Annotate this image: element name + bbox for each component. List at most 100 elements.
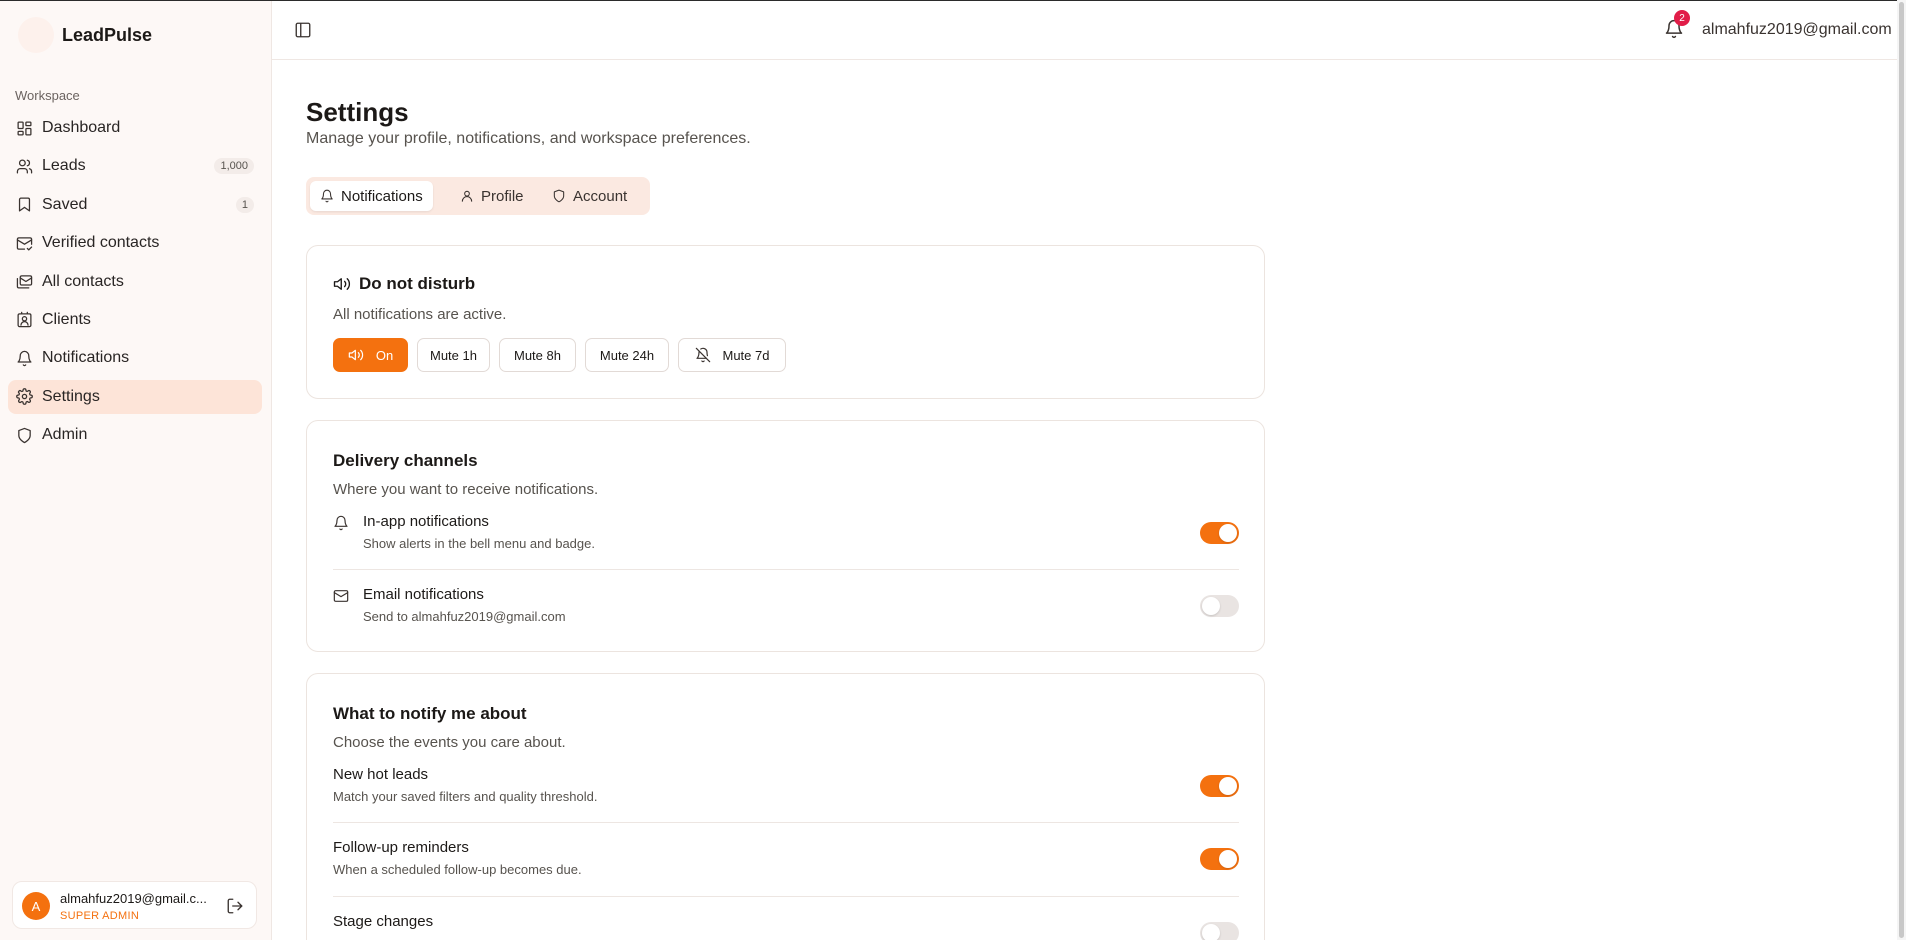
logout-button[interactable]	[226, 897, 244, 915]
page-title: Settings	[306, 97, 409, 127]
volume-icon	[348, 349, 363, 361]
sidebar-item-label: Admin	[42, 426, 88, 444]
new-hot-leads-toggle[interactable]	[1200, 775, 1239, 797]
event-description: When a scheduled follow-up becomes due.	[333, 862, 582, 877]
dnd-title: Do not disturb	[333, 274, 475, 294]
event-title: Stage changes	[333, 913, 434, 930]
sidebar-item-label: Settings	[42, 387, 100, 405]
user-role: SUPER ADMIN	[60, 910, 140, 922]
shield-icon	[18, 427, 31, 443]
sidebar-item-label: Saved	[42, 195, 88, 213]
tab-account[interactable]: Account	[542, 181, 637, 211]
mute-1h-button[interactable]: Mute 1h	[417, 338, 490, 372]
mute-7d-button[interactable]: Mute 7d	[678, 338, 786, 372]
events-title: What to notify me about	[333, 704, 527, 723]
brand[interactable]: LeadPulse	[18, 15, 152, 55]
user-email: almahfuz2019@gmail.c...	[60, 891, 207, 906]
mail-icon	[333, 588, 349, 604]
sidebar: LeadPulse Workspace Dashboard Leads 1,00…	[0, 1, 272, 940]
top-header: 2 almahfuz2019@gmail.com	[272, 1, 1906, 60]
channel-description: Send to almahfuz2019@gmail.com	[363, 609, 566, 624]
bell-icon	[333, 515, 349, 531]
in-app-notifications-toggle[interactable]	[1200, 522, 1239, 544]
channel-description: Show alerts in the bell menu and badge.	[363, 536, 595, 551]
toggle-knob	[1202, 924, 1220, 940]
event-title: New hot leads	[333, 766, 429, 783]
mails-icon	[16, 275, 33, 289]
sidebar-item-saved[interactable]: Saved 1	[8, 188, 262, 222]
count-badge: 1	[235, 196, 254, 213]
sidebar-item-leads[interactable]: Leads 1,000	[8, 149, 262, 183]
follow-up-reminders-toggle[interactable]	[1200, 848, 1239, 870]
shield-icon	[553, 189, 565, 203]
sidebar-item-admin[interactable]: Admin	[8, 418, 262, 452]
brand-name: LeadPulse	[62, 24, 153, 45]
event-title: Follow-up reminders	[333, 839, 469, 856]
dnd-status: All notifications are active.	[333, 306, 507, 323]
mute-8h-button[interactable]: Mute 8h	[499, 338, 576, 372]
notify-events-card: What to notify me about Choose the event…	[306, 673, 1265, 940]
sidebar-item-all-contacts[interactable]: All contacts	[8, 265, 262, 299]
sidebar-item-verified-contacts[interactable]: Verified contacts	[8, 226, 262, 260]
dnd-button-label: Mute 1h	[430, 347, 477, 363]
delivery-channels-card: Delivery channels Where you want to rece…	[306, 420, 1265, 652]
stage-changes-toggle[interactable]	[1200, 922, 1239, 940]
page-subtitle: Manage your profile, notifications, and …	[306, 130, 751, 147]
tab-label: Profile	[481, 187, 524, 205]
user-icon	[461, 190, 473, 202]
event-row-stage-changes: Stage changes	[333, 913, 1239, 940]
sidebar-toggle-button[interactable]	[294, 21, 312, 39]
mail-check-icon	[16, 236, 33, 251]
sidebar-item-label: Verified contacts	[42, 234, 160, 252]
sidebar-item-label: Leads	[42, 157, 86, 175]
channel-row-email: Email notifications Send to almahfuz2019…	[333, 586, 1239, 636]
dnd-title-text: Do not disturb	[359, 274, 476, 293]
toggle-knob	[1219, 777, 1237, 795]
avatar: A	[22, 892, 50, 920]
tab-notifications[interactable]: Notifications	[310, 181, 433, 211]
dnd-on-button[interactable]: On	[333, 338, 408, 372]
sidebar-item-label: All contacts	[42, 272, 124, 290]
sidebar-item-dashboard[interactable]: Dashboard	[8, 111, 262, 145]
user-card[interactable]: A almahfuz2019@gmail.c... SUPER ADMIN	[12, 881, 257, 929]
bookmark-icon	[18, 197, 31, 212]
dnd-button-label: Mute 7d	[722, 347, 770, 363]
sidebar-section-label: Workspace	[15, 88, 80, 103]
users-icon	[16, 159, 33, 174]
toggle-knob	[1219, 524, 1237, 542]
notification-count-badge: 2	[1674, 10, 1690, 26]
do-not-disturb-card: Do not disturb All notifications are act…	[306, 245, 1265, 399]
bell-icon	[321, 189, 333, 203]
gear-icon	[16, 388, 33, 406]
divider	[333, 569, 1239, 570]
toggle-knob	[1219, 850, 1237, 868]
dnd-button-label: On	[375, 347, 394, 363]
event-description: Match your saved filters and quality thr…	[333, 789, 598, 804]
volume-icon	[333, 278, 351, 290]
sidebar-item-label: Notifications	[42, 349, 130, 367]
divider	[333, 896, 1239, 897]
header-user-email[interactable]: almahfuz2019@gmail.com	[1702, 21, 1892, 39]
dashboard-icon	[17, 120, 32, 136]
scrollbar-thumb[interactable]	[1899, 2, 1904, 938]
logout-icon	[227, 898, 243, 914]
tab-profile[interactable]: Profile	[450, 181, 534, 211]
delivery-description: Where you want to receive notifications.	[333, 481, 599, 498]
email-notifications-toggle[interactable]	[1200, 595, 1239, 617]
channel-title: In-app notifications	[363, 513, 489, 530]
delivery-title: Delivery channels	[333, 451, 478, 470]
sidebar-item-label: Clients	[42, 310, 91, 328]
sidebar-nav: Dashboard Leads 1,000 Saved 1 Verified c…	[8, 111, 262, 457]
event-row-follow-up-reminders: Follow-up reminders When a scheduled fol…	[333, 839, 1239, 889]
sidebar-item-notifications[interactable]: Notifications	[8, 341, 262, 375]
tab-label: Notifications	[341, 187, 423, 205]
events-description: Choose the events you care about.	[333, 734, 566, 751]
mute-24h-button[interactable]: Mute 24h	[585, 338, 669, 372]
sidebar-item-label: Dashboard	[42, 119, 121, 136]
sidebar-item-settings[interactable]: Settings	[8, 379, 262, 414]
dnd-button-label: Mute 24h	[599, 347, 655, 363]
toggle-knob	[1202, 597, 1220, 615]
event-row-new-hot-leads: New hot leads Match your saved filters a…	[333, 766, 1239, 816]
sidebar-item-clients[interactable]: Clients	[8, 303, 262, 337]
bell-icon	[17, 350, 32, 367]
